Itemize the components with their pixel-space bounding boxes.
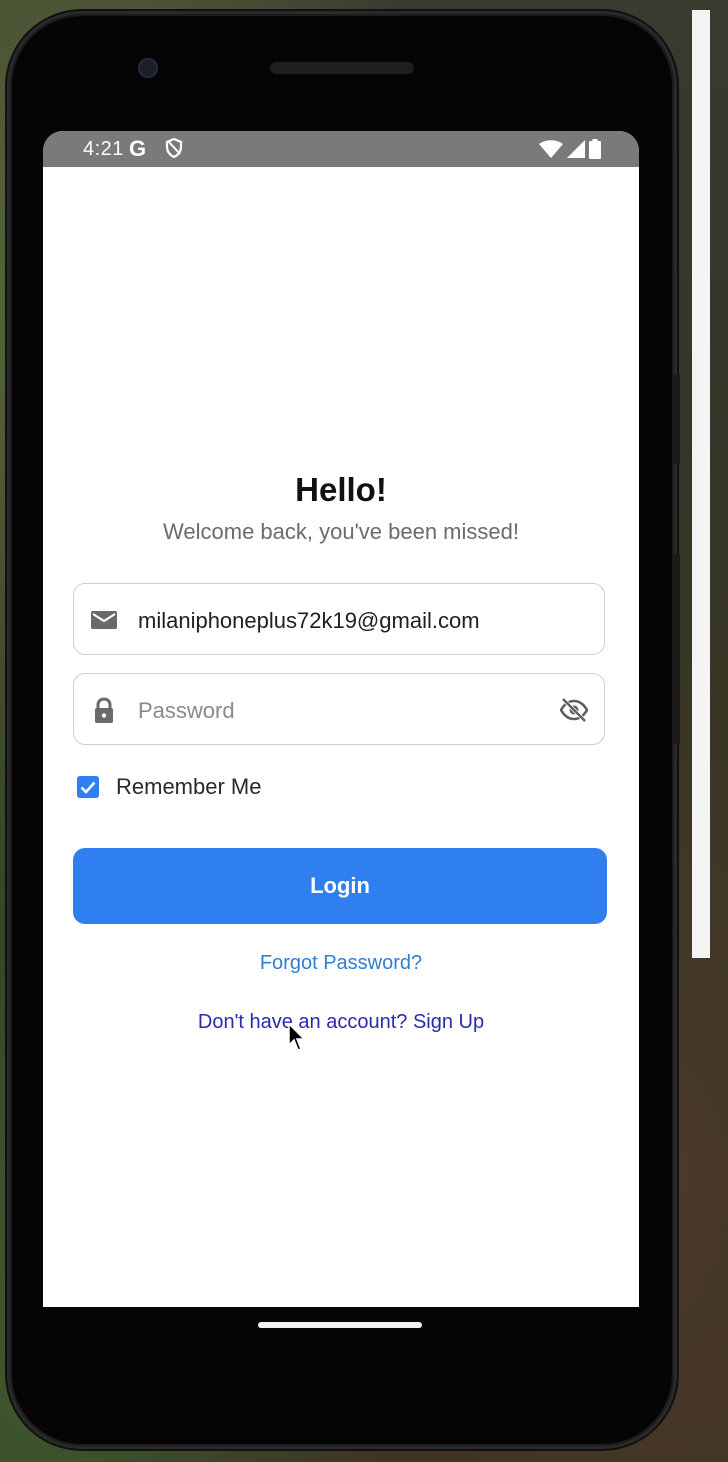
app-screen: 4:21 G Hello! Welcome back, you've been …: [43, 131, 639, 1307]
mouse-cursor-icon: [288, 1023, 306, 1051]
password-field[interactable]: [73, 673, 605, 745]
lock-icon: [90, 696, 118, 724]
status-time: 4:21: [83, 138, 124, 160]
signal-icon: [567, 140, 585, 158]
power-button: [674, 374, 680, 464]
password-input[interactable]: [138, 698, 538, 724]
email-field[interactable]: [73, 583, 605, 655]
checkmark-icon: [80, 781, 96, 794]
status-bar: 4:21 G: [43, 131, 639, 167]
forgot-password-link[interactable]: Forgot Password?: [43, 952, 639, 975]
remember-me-checkbox[interactable]: [77, 776, 99, 798]
shield-icon: [165, 137, 183, 164]
wifi-icon: [539, 140, 563, 158]
greeting-subtitle: Welcome back, you've been missed!: [163, 519, 519, 544]
login-button[interactable]: Login: [73, 848, 607, 924]
remember-me-label: Remember Me: [116, 774, 262, 799]
phone-frame: 4:21 G Hello! Welcome back, you've been …: [10, 14, 680, 1446]
google-notification-icon: G: [129, 136, 147, 161]
front-camera: [138, 58, 158, 78]
greeting-title: Hello!: [295, 471, 387, 508]
earpiece-speaker: [270, 62, 414, 74]
eye-off-icon[interactable]: [559, 697, 589, 723]
remember-me-row[interactable]: Remember Me: [77, 774, 261, 800]
signup-link[interactable]: Don't have an account? Sign Up: [43, 1011, 639, 1034]
background-window-edge: [692, 10, 710, 958]
battery-icon: [589, 139, 601, 159]
home-gesture-bar[interactable]: [258, 1322, 422, 1328]
volume-button: [674, 554, 680, 744]
email-input[interactable]: [138, 608, 538, 634]
mail-icon: [90, 606, 118, 634]
status-icons: [539, 139, 601, 159]
